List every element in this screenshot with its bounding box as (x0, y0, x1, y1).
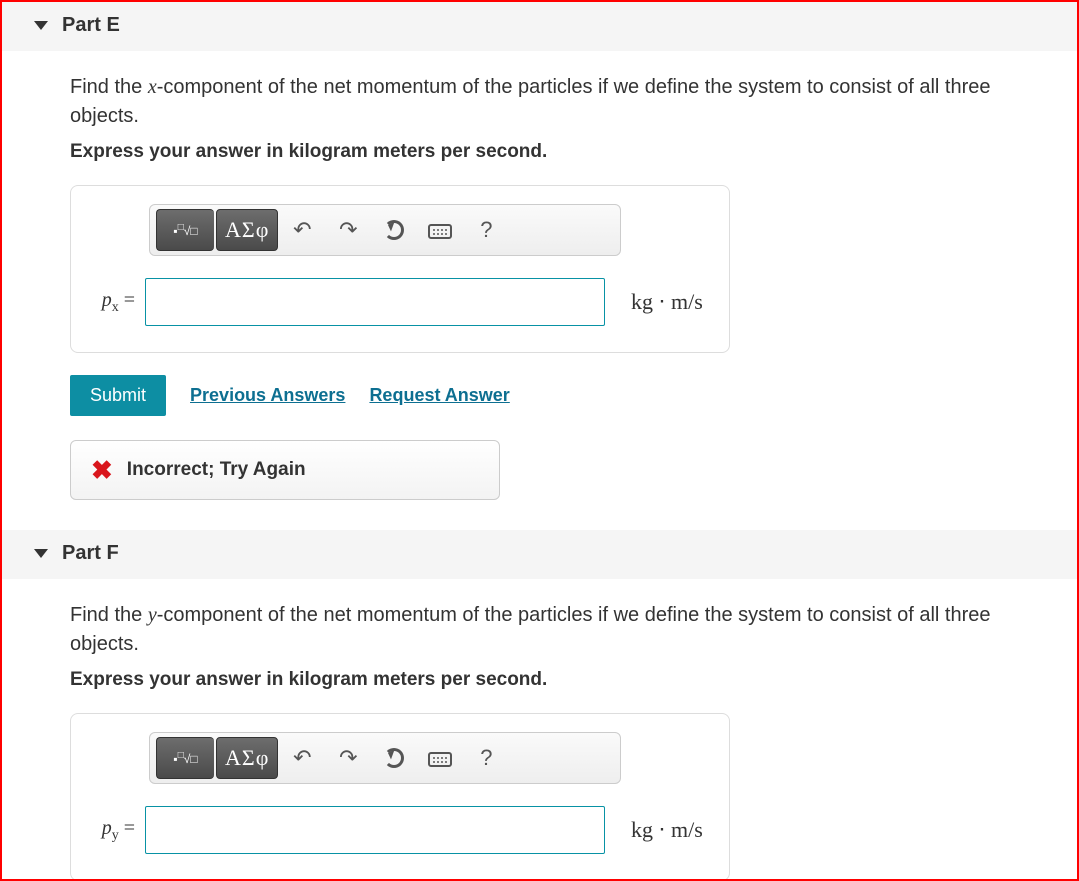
feedback-box: ✖ Incorrect; Try Again (70, 440, 500, 500)
redo-button[interactable]: ↷ (326, 209, 370, 251)
redo-icon: ↷ (339, 217, 357, 243)
unit-label: kg ⋅ m/s (631, 817, 703, 843)
request-answer-link[interactable]: Request Answer (369, 385, 509, 406)
prompt-text: -component of the net momentum of the pa… (70, 604, 990, 655)
fraction-icon: ▪□√□ (173, 223, 197, 237)
keyboard-button[interactable] (418, 737, 462, 779)
greek-label: ΑΣφ (225, 217, 269, 243)
prompt-text: Find the (70, 76, 148, 98)
equals-sign: = (119, 817, 135, 839)
reset-button[interactable] (372, 209, 416, 251)
page-frame: Part E Find the x-component of the net m… (0, 0, 1079, 881)
action-row: Submit Previous Answers Request Answer (70, 375, 1047, 416)
input-row: px = kg ⋅ m/s (91, 278, 709, 326)
greek-label: ΑΣφ (225, 745, 269, 771)
reset-icon (384, 748, 404, 768)
feedback-text: Incorrect; Try Again (127, 459, 306, 481)
prompt-text: Find the (70, 604, 148, 626)
greek-button[interactable]: ΑΣφ (216, 209, 278, 251)
prompt-var: y (148, 604, 157, 626)
part-f-instruction: Express your answer in kilogram meters p… (70, 669, 1047, 691)
part-e-prompt: Find the x-component of the net momentum… (70, 73, 1047, 131)
keyboard-button[interactable] (418, 209, 462, 251)
undo-icon: ↶ (293, 217, 311, 243)
var-letter: p (102, 817, 112, 839)
part-f-prompt: Find the y-component of the net momentum… (70, 601, 1047, 659)
previous-answers-link[interactable]: Previous Answers (190, 385, 345, 406)
fraction-icon: ▪□√□ (173, 751, 197, 765)
help-icon: ? (480, 217, 492, 243)
undo-icon: ↶ (293, 745, 311, 771)
var-sub: y (112, 828, 119, 843)
part-f-body: Find the y-component of the net momentum… (2, 579, 1077, 881)
part-f-title: Part F (62, 542, 119, 565)
templates-button[interactable]: ▪□√□ (156, 209, 214, 251)
answer-box: ▪□√□ ΑΣφ ↶ ↷ ? (70, 185, 730, 353)
prompt-text: -component of the net momentum of the pa… (70, 76, 990, 127)
collapse-icon (34, 21, 48, 30)
undo-button[interactable]: ↶ (280, 737, 324, 779)
incorrect-icon: ✖ (91, 457, 113, 483)
collapse-icon (34, 549, 48, 558)
redo-button[interactable]: ↷ (326, 737, 370, 779)
equation-toolbar: ▪□√□ ΑΣφ ↶ ↷ ? (149, 732, 621, 784)
answer-input[interactable] (145, 278, 605, 326)
answer-box: ▪□√□ ΑΣφ ↶ ↷ ? (70, 713, 730, 881)
part-f-header[interactable]: Part F (2, 530, 1077, 579)
equation-toolbar: ▪□√□ ΑΣφ ↶ ↷ ? (149, 204, 621, 256)
unit-label: kg ⋅ m/s (631, 289, 703, 315)
help-button[interactable]: ? (464, 209, 508, 251)
undo-button[interactable]: ↶ (280, 209, 324, 251)
part-e-title: Part E (62, 14, 120, 37)
reset-icon (384, 220, 404, 240)
templates-button[interactable]: ▪□√□ (156, 737, 214, 779)
submit-button[interactable]: Submit (70, 375, 166, 416)
prompt-var: x (148, 76, 157, 98)
help-button[interactable]: ? (464, 737, 508, 779)
redo-icon: ↷ (339, 745, 357, 771)
part-e-instruction: Express your answer in kilogram meters p… (70, 141, 1047, 163)
variable-label: py = (91, 817, 135, 844)
reset-button[interactable] (372, 737, 416, 779)
input-row: py = kg ⋅ m/s (91, 806, 709, 854)
var-letter: p (102, 289, 112, 311)
part-e-header[interactable]: Part E (2, 2, 1077, 51)
var-sub: x (112, 300, 119, 315)
answer-input[interactable] (145, 806, 605, 854)
keyboard-icon (428, 224, 452, 239)
keyboard-icon (428, 752, 452, 767)
greek-button[interactable]: ΑΣφ (216, 737, 278, 779)
equals-sign: = (119, 289, 135, 311)
help-icon: ? (480, 745, 492, 771)
part-e-body: Find the x-component of the net momentum… (2, 51, 1077, 530)
variable-label: px = (91, 289, 135, 316)
